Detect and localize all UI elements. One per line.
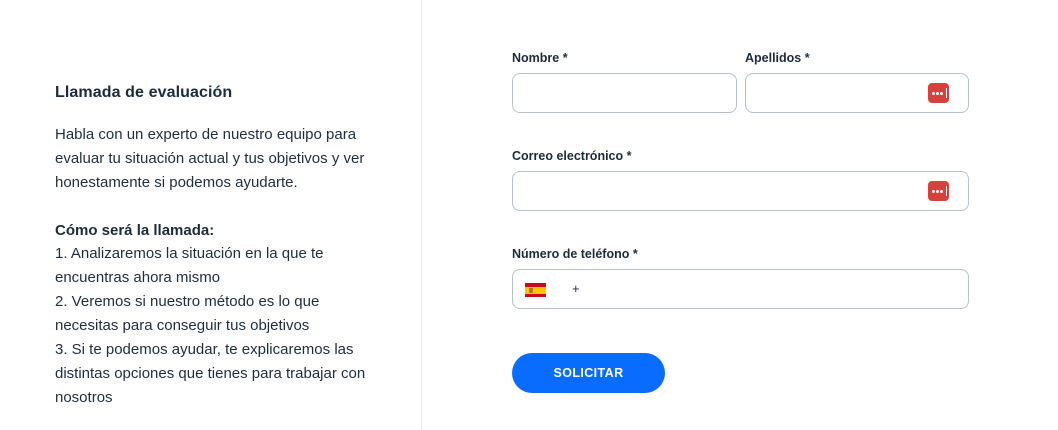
step-item: 1. Analizaremos la situación en la que t… — [55, 245, 324, 286]
phone-input[interactable] — [513, 270, 968, 308]
phone-label: Número de teléfono * — [512, 247, 638, 261]
how-title: Cómo será la llamada: — [55, 222, 215, 239]
steps-list: 1. Analizaremos la situación en la que t… — [55, 242, 385, 410]
email-label: Correo electrónico * — [512, 149, 632, 163]
email-input[interactable] — [513, 172, 968, 210]
first-name-input[interactable] — [513, 74, 736, 112]
page: Llamada de evaluación Habla con un exper… — [0, 0, 1058, 430]
last-name-field[interactable] — [745, 73, 969, 113]
info-description: Habla con un experto de nuestro equipo p… — [55, 126, 365, 191]
info-panel: Llamada de evaluación Habla con un exper… — [0, 0, 422, 430]
first-name-field[interactable] — [512, 73, 737, 113]
email-field[interactable] — [512, 171, 969, 211]
password-manager-icon[interactable] — [928, 83, 949, 103]
submit-button[interactable]: SOLICITAR — [512, 353, 665, 393]
last-name-label: Apellidos * — [745, 51, 810, 65]
password-manager-icon[interactable] — [928, 181, 949, 201]
step-item: 2. Veremos si nuestro método es lo que n… — [55, 293, 320, 334]
info-title: Llamada de evaluación — [55, 84, 233, 101]
phone-field[interactable]: + — [512, 269, 969, 309]
first-name-label: Nombre * — [512, 51, 568, 65]
step-item: 3. Si te podemos ayudar, te explicaremos… — [55, 341, 366, 406]
